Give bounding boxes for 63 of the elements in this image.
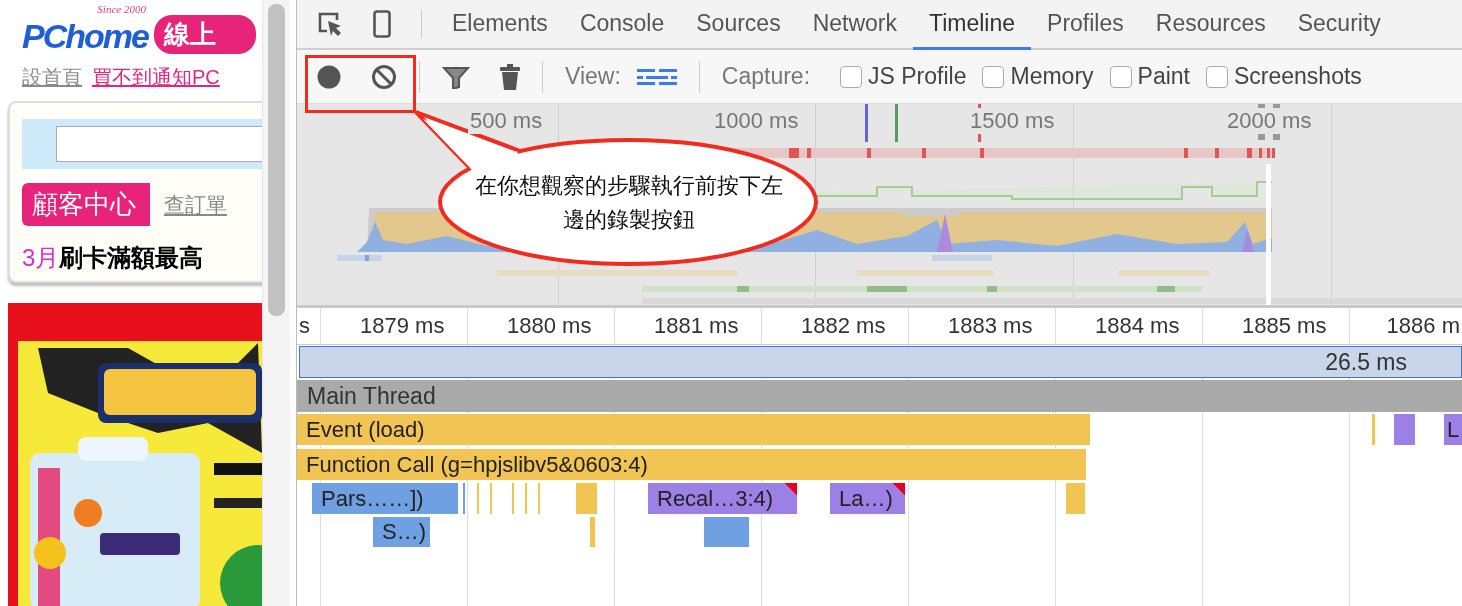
tab[interactable]: Elements [436, 0, 564, 50]
order-link[interactable]: 查訂單 [164, 190, 227, 219]
flame-bar[interactable]: Pars……]) [312, 483, 458, 514]
scrollbar-thumb[interactable] [268, 4, 285, 316]
checkbox[interactable] [1206, 65, 1228, 88]
flame-bar[interactable]: La…) [830, 483, 905, 514]
device-icon[interactable] [373, 10, 391, 38]
record-icon[interactable] [317, 64, 341, 89]
time-tick-label: 1500 ms [968, 108, 1057, 134]
scrollbar-track[interactable] [262, 0, 290, 606]
clear-icon[interactable] [371, 63, 397, 90]
time-tick-label: 1879 ms [360, 313, 445, 339]
time-tick-label: 1886 m [1386, 313, 1460, 339]
callout-text: 在你想觀察的步驟執行前按下左邊的錄製按鈕 [474, 172, 784, 234]
tab[interactable]: Security [1281, 0, 1397, 50]
time-tick-label: 1880 ms [507, 313, 592, 339]
trash-icon[interactable] [500, 63, 520, 90]
flame-bar[interactable]: Recal…3:4) [648, 483, 797, 514]
view-icon[interactable] [636, 68, 677, 85]
customer-center-tag: 顧客中心 [22, 183, 150, 226]
time-tick-label: 1884 ms [1095, 313, 1180, 339]
checkbox[interactable] [840, 65, 863, 88]
logo[interactable]: PChome [22, 16, 148, 55]
time-tick-label: s [299, 313, 310, 339]
checkbox[interactable] [982, 65, 1005, 88]
time-tick-label: 2000 ms [1225, 108, 1314, 134]
store-badge[interactable]: 線上 [153, 14, 256, 54]
duration-label: 26.5 ms [1325, 348, 1407, 376]
view-label: View: [565, 63, 621, 90]
search-field[interactable] [56, 126, 262, 162]
tab[interactable]: Console [563, 0, 681, 50]
thread-label: Main Thread [307, 382, 436, 410]
flame-bar[interactable]: S…) [373, 517, 430, 547]
tab[interactable]: Network [796, 0, 913, 50]
checkbox-label: JS Profile [868, 63, 967, 90]
logo-tagline: Since 2000 [97, 2, 146, 15]
time-tick-label: 1885 ms [1242, 313, 1327, 339]
checkbox[interactable] [1109, 65, 1132, 88]
flame-bar[interactable]: Function Call (g=hpjslibv5&0603:4) [297, 449, 1086, 480]
time-tick-label: 1882 ms [801, 313, 886, 339]
filter-icon[interactable] [442, 64, 470, 89]
capture-label: Capture: [721, 63, 811, 90]
time-tick-label: 1881 ms [654, 313, 739, 339]
flame-bar[interactable] [704, 517, 749, 547]
flame-bar[interactable] [1372, 414, 1375, 445]
checkbox-label: Paint [1137, 63, 1190, 90]
flame-bar[interactable] [590, 517, 595, 547]
selection-range[interactable]: 26.5 ms [299, 346, 1462, 378]
checkbox-label: Memory [1010, 63, 1094, 90]
flame-bar[interactable]: L [1444, 414, 1462, 445]
time-tick-label: 1883 ms [948, 313, 1033, 339]
thread-header[interactable]: Main Thread [297, 380, 1462, 412]
flame-bar[interactable]: Event (load) [297, 414, 1090, 445]
flame-bar[interactable] [1394, 414, 1415, 445]
tab[interactable]: Resources [1139, 0, 1282, 50]
promo-text: 刷卡滿額最高 [59, 244, 204, 271]
link[interactable]: 買不到通知PC [92, 64, 220, 91]
checkbox-label: Screenshots [1234, 63, 1362, 90]
tab[interactable]: Profiles [1031, 0, 1140, 50]
flame-bar[interactable] [576, 483, 597, 514]
link[interactable]: 設首頁 [22, 64, 82, 91]
flame-bar[interactable] [1066, 483, 1085, 514]
tab[interactable]: Sources [680, 0, 797, 50]
